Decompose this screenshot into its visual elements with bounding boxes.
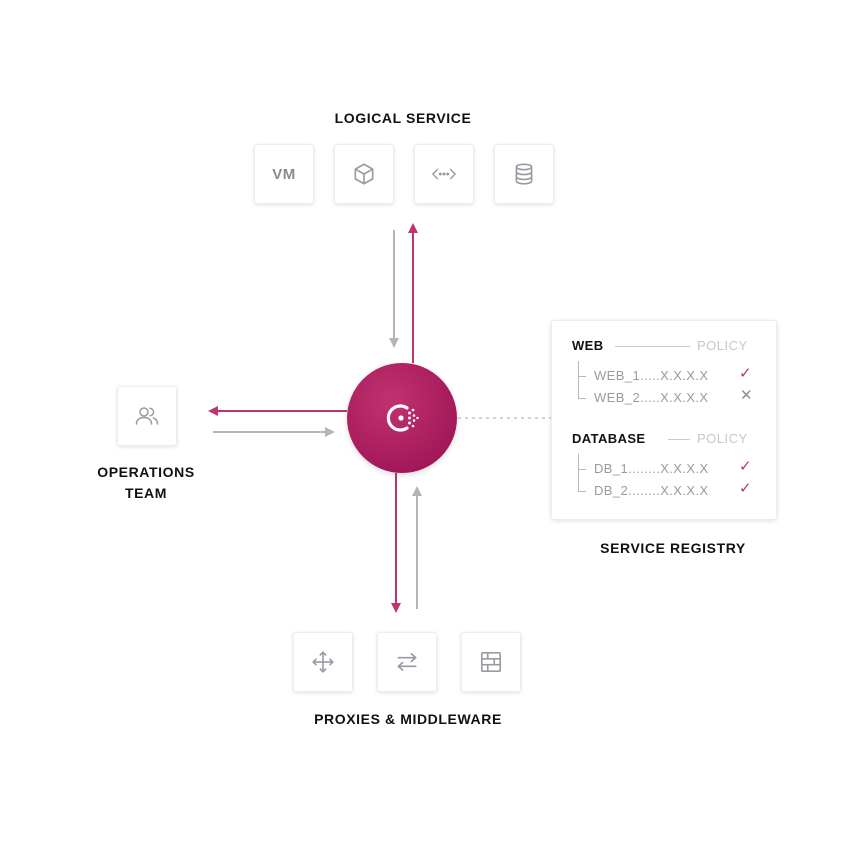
firewall-box bbox=[461, 632, 521, 692]
load-balancer-box bbox=[377, 632, 437, 692]
vm-label: VM bbox=[272, 165, 296, 183]
registry-tree-tick bbox=[578, 491, 586, 492]
registry-tree-tick bbox=[578, 398, 586, 399]
check-icon: ✓ bbox=[739, 458, 752, 475]
move-icon bbox=[312, 651, 334, 673]
check-icon: ✓ bbox=[739, 480, 752, 497]
operations-title-line1: OPERATIONS bbox=[97, 464, 195, 480]
registry-row: WEB_1.....X.X.X.X bbox=[594, 368, 709, 383]
cube-icon bbox=[354, 163, 374, 185]
check-icon: ✓ bbox=[739, 365, 752, 382]
firewall-icon bbox=[480, 651, 502, 673]
service-registry-title: SERVICE REGISTRY bbox=[600, 540, 746, 556]
registry-group-web: WEB bbox=[572, 338, 604, 353]
cross-icon: ✕ bbox=[740, 387, 753, 404]
proxy-box bbox=[293, 632, 353, 692]
consul-logo-icon bbox=[386, 404, 419, 432]
operations-box bbox=[117, 386, 177, 446]
registry-tree-tick bbox=[578, 376, 586, 377]
registry-tree-line bbox=[578, 454, 579, 492]
consul-hub bbox=[347, 363, 457, 473]
operations-title-line2: TEAM bbox=[124, 485, 168, 501]
database-box bbox=[494, 144, 554, 204]
registry-rule bbox=[615, 346, 690, 347]
registry-group-database: DATABASE bbox=[572, 431, 646, 446]
registry-policy-label: POLICY bbox=[697, 338, 748, 353]
database-icon bbox=[515, 163, 533, 185]
diagram-stage: LOGICAL SERVICE VM OPERATIONS TEAM WEB P… bbox=[0, 0, 843, 848]
users-icon bbox=[135, 407, 159, 425]
function-box bbox=[414, 144, 474, 204]
container-box bbox=[334, 144, 394, 204]
service-registry-panel: WEB POLICY WEB_1.....X.X.X.X ✓ WEB_2....… bbox=[551, 320, 777, 520]
registry-policy-label: POLICY bbox=[697, 431, 748, 446]
registry-row: WEB_2.....X.X.X.X bbox=[594, 390, 709, 405]
code-icon bbox=[431, 168, 457, 180]
logical-service-title: LOGICAL SERVICE bbox=[334, 110, 472, 126]
registry-tree-tick bbox=[578, 469, 586, 470]
registry-rule bbox=[668, 439, 690, 440]
registry-row: DB_1........X.X.X.X bbox=[594, 461, 709, 476]
vm-box: VM bbox=[254, 144, 314, 204]
registry-row: DB_2........X.X.X.X bbox=[594, 483, 709, 498]
registry-tree-line bbox=[578, 361, 579, 399]
swap-arrows-icon bbox=[397, 653, 417, 671]
proxies-title: PROXIES & MIDDLEWARE bbox=[314, 711, 502, 727]
